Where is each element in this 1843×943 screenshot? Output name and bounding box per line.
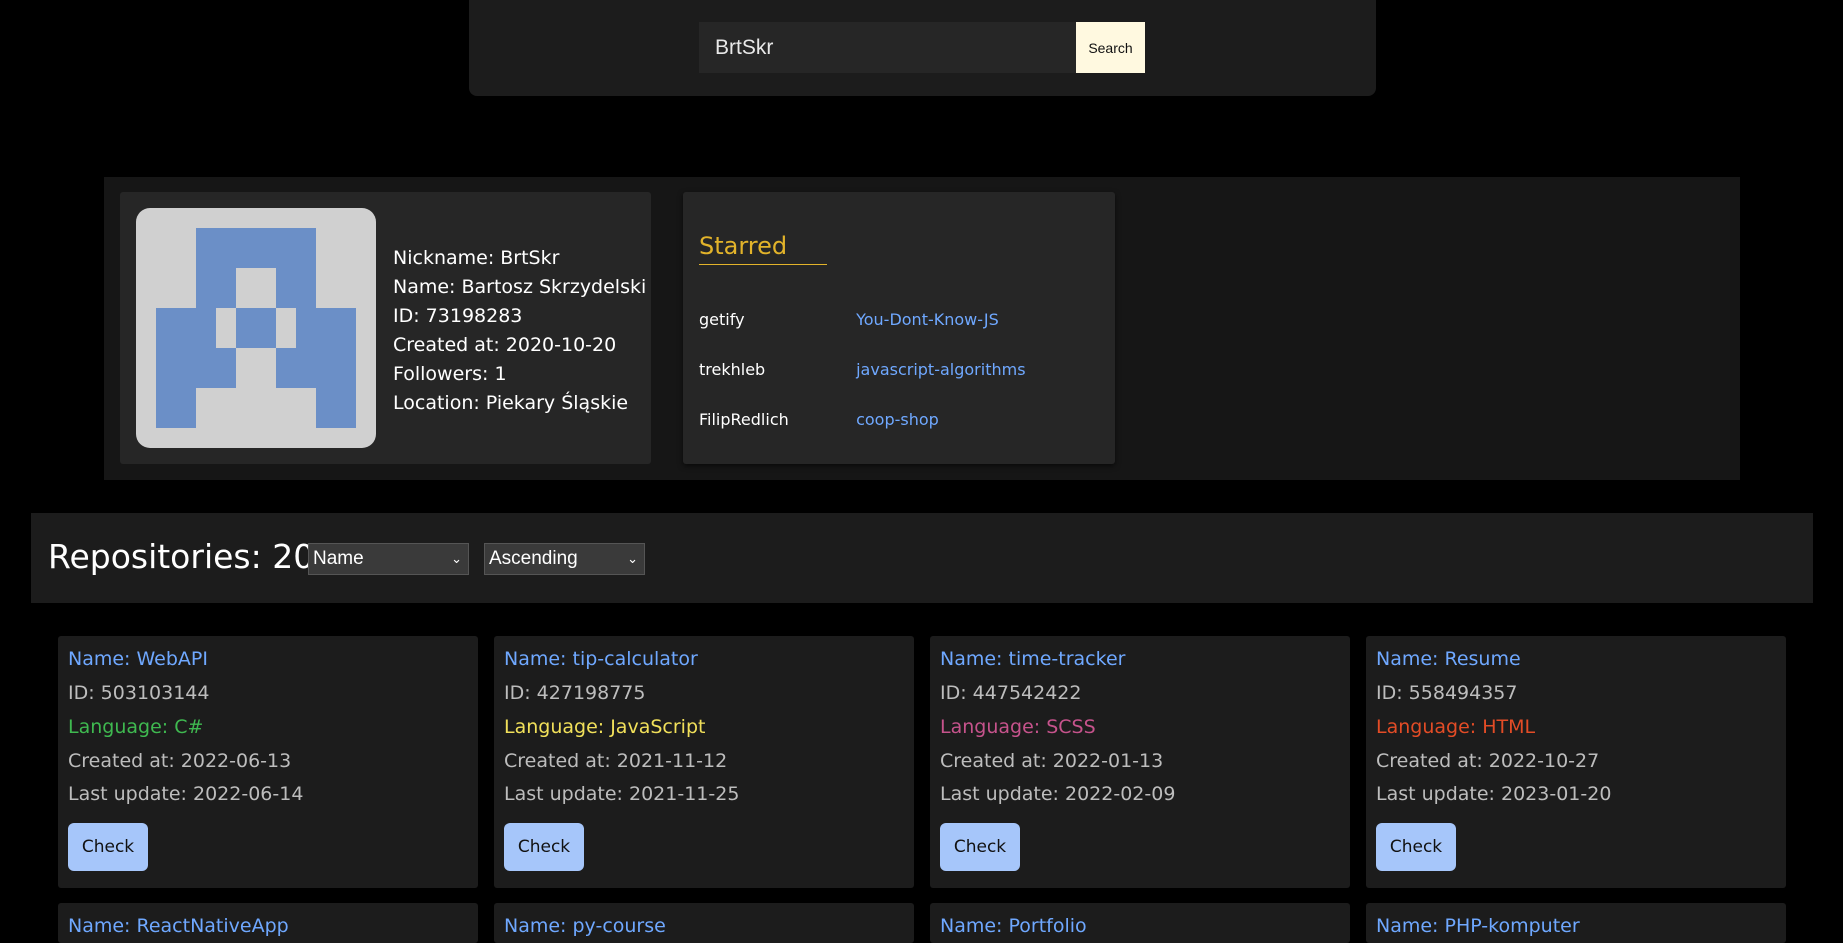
- check-button[interactable]: Check: [504, 823, 584, 871]
- repo-name: Name: PHP-komputer: [1376, 915, 1580, 937]
- sort-field-select[interactable]: Name ⌄: [308, 543, 469, 575]
- repo-language: Language: SCSS: [940, 716, 1096, 738]
- repositories-title: Repositories: 20: [48, 537, 315, 576]
- repo-name: Name: ReactNativeApp: [68, 915, 289, 937]
- starred-item: trekhleb javascript-algorithms: [699, 360, 1099, 379]
- repo-card: Name: PHP-komputer: [1366, 903, 1786, 943]
- check-button[interactable]: Check: [68, 823, 148, 871]
- starred-item: FilipRedlich coop-shop: [699, 410, 1099, 429]
- repositories-header: Repositories: 20 Name ⌄ Ascending ⌄: [31, 513, 1813, 603]
- starred-owner: getify: [699, 310, 745, 329]
- repo-name: Name: time-tracker: [940, 648, 1126, 670]
- user-nickname: Nickname: BrtSkr: [393, 247, 560, 269]
- repo-created: Created at: 2022-01-13: [940, 750, 1164, 772]
- user-created: Created at: 2020-10-20: [393, 334, 617, 356]
- repo-card: Name: Resume ID: 558494357 Language: HTM…: [1366, 636, 1786, 888]
- repo-name: Name: Resume: [1376, 648, 1521, 670]
- sort-field-value: Name: [313, 548, 364, 569]
- repo-created: Created at: 2021-11-12: [504, 750, 728, 772]
- repo-updated: Last update: 2023-01-20: [1376, 783, 1612, 805]
- repo-card: Name: ReactNativeApp: [58, 903, 478, 943]
- starred-owner: FilipRedlich: [699, 410, 789, 429]
- repo-created: Created at: 2022-06-13: [68, 750, 292, 772]
- repo-language: Language: C#: [68, 716, 204, 738]
- avatar: [136, 208, 376, 448]
- repo-name: Name: py-course: [504, 915, 666, 937]
- repo-card: Name: py-course: [494, 903, 914, 943]
- starred-repo-link[interactable]: javascript-algorithms: [856, 360, 1025, 379]
- profile-section: Nickname: BrtSkr Name: Bartosz Skrzydels…: [104, 177, 1740, 480]
- starred-owner: trekhleb: [699, 360, 766, 379]
- starred-repo-link[interactable]: You-Dont-Know-JS: [856, 310, 999, 329]
- repo-id: ID: 447542422: [940, 682, 1082, 704]
- repo-created: Created at: 2022-10-27: [1376, 750, 1600, 772]
- user-location: Location: Piekary Śląskie: [393, 392, 629, 414]
- repo-card: Name: Portfolio: [930, 903, 1350, 943]
- repo-language: Language: HTML: [1376, 716, 1536, 738]
- sort-order-select[interactable]: Ascending ⌄: [484, 543, 645, 575]
- starred-repo-link[interactable]: coop-shop: [856, 410, 939, 429]
- repo-id: ID: 558494357: [1376, 682, 1518, 704]
- search-bar: Search: [469, 0, 1376, 96]
- search-input[interactable]: [699, 22, 1076, 73]
- repo-name: Name: Portfolio: [940, 915, 1087, 937]
- repo-language: Language: JavaScript: [504, 716, 706, 738]
- starred-title: Starred: [699, 232, 827, 265]
- repo-name: Name: tip-calculator: [504, 648, 698, 670]
- chevron-down-icon: ⌄: [627, 551, 638, 566]
- chevron-down-icon: ⌄: [451, 551, 462, 566]
- search-button[interactable]: Search: [1076, 22, 1145, 73]
- starred-card: Starred getify You-Dont-Know-JS trekhleb…: [683, 192, 1115, 464]
- repo-updated: Last update: 2021-11-25: [504, 783, 740, 805]
- repo-name: Name: WebAPI: [68, 648, 208, 670]
- check-button[interactable]: Check: [940, 823, 1020, 871]
- repo-updated: Last update: 2022-06-14: [68, 783, 304, 805]
- user-info: Nickname: BrtSkr Name: Bartosz Skrzydels…: [393, 244, 646, 418]
- identicon-icon: [156, 228, 356, 428]
- starred-item: getify You-Dont-Know-JS: [699, 310, 1099, 329]
- sort-order-value: Ascending: [489, 548, 578, 569]
- user-name: Name: Bartosz Skrzydelski: [393, 276, 647, 298]
- repo-updated: Last update: 2022-02-09: [940, 783, 1176, 805]
- user-followers: Followers: 1: [393, 363, 507, 385]
- repo-id: ID: 503103144: [68, 682, 210, 704]
- check-button[interactable]: Check: [1376, 823, 1456, 871]
- repo-card: Name: tip-calculator ID: 427198775 Langu…: [494, 636, 914, 888]
- repo-card: Name: time-tracker ID: 447542422 Languag…: [930, 636, 1350, 888]
- repo-card: Name: WebAPI ID: 503103144 Language: C# …: [58, 636, 478, 888]
- repo-id: ID: 427198775: [504, 682, 646, 704]
- user-id: ID: 73198283: [393, 305, 523, 327]
- user-card: Nickname: BrtSkr Name: Bartosz Skrzydels…: [120, 192, 651, 464]
